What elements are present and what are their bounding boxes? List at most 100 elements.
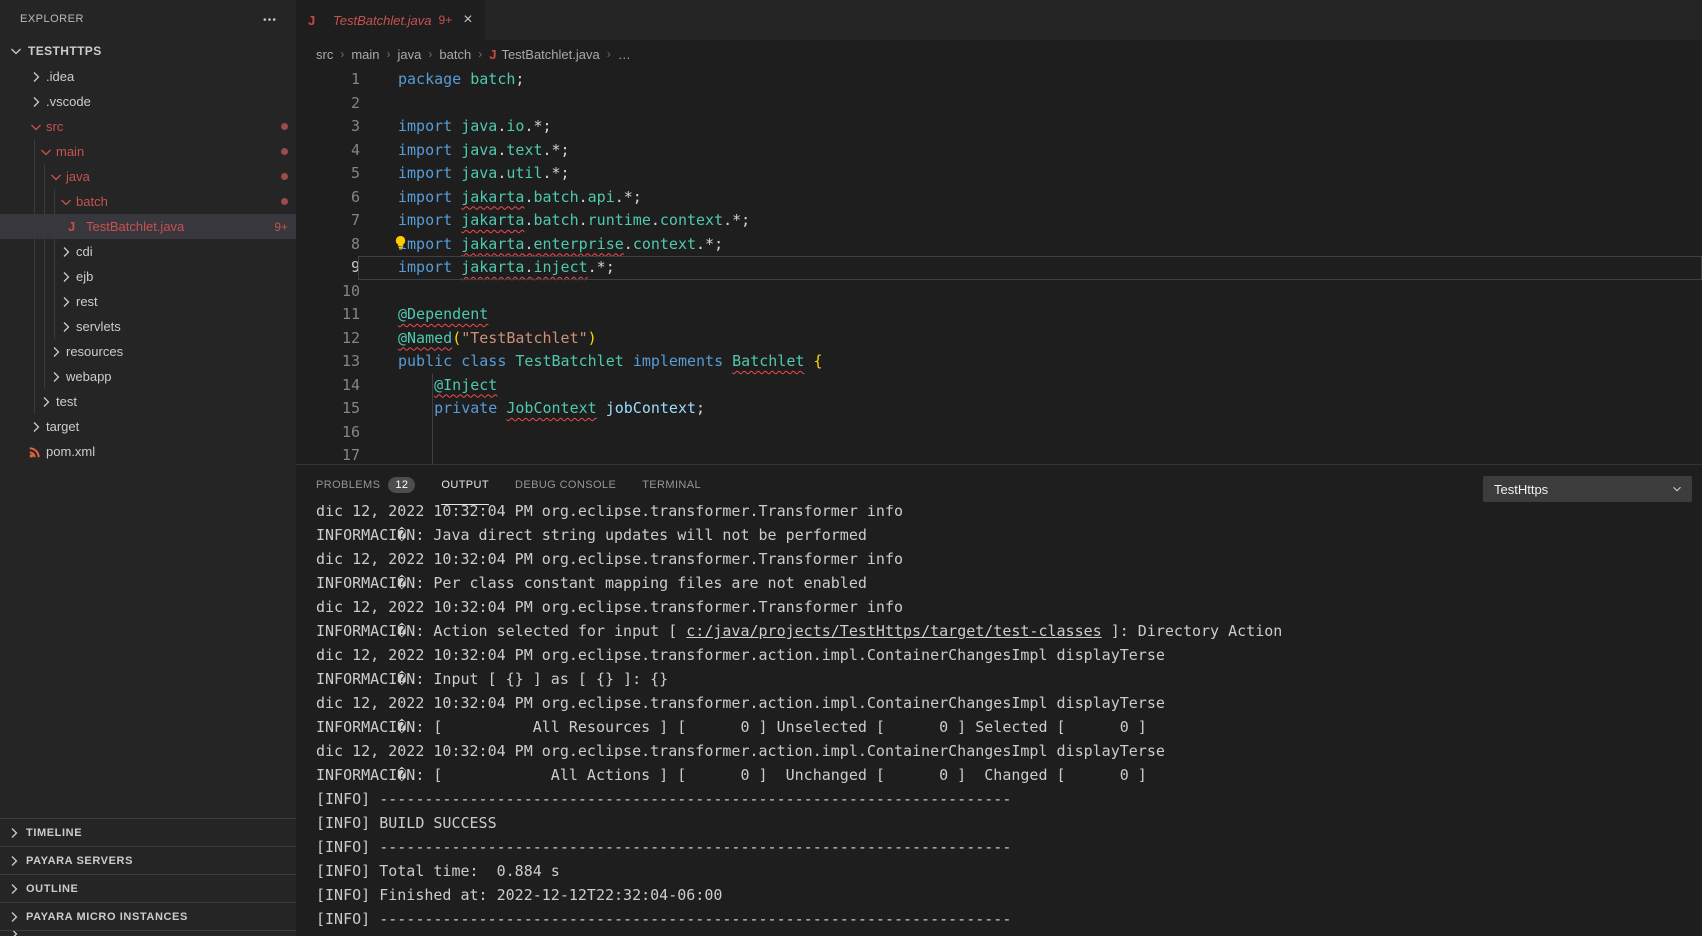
chevron-right-icon[interactable] [48, 344, 66, 360]
tree-item-label: batch [76, 194, 108, 209]
tab-testbatchlet-java[interactable]: J TestBatchlet.java 9+ × [296, 0, 485, 40]
code-line-4[interactable]: 4import java.text.*; [296, 139, 1702, 163]
output-channel-select[interactable]: TestHttps [1483, 476, 1692, 502]
code-line-11[interactable]: 11@Dependent [296, 303, 1702, 327]
chevron-right-icon[interactable] [28, 94, 46, 110]
chevron-right-icon [6, 909, 24, 925]
java-file-icon: J [308, 13, 326, 28]
breadcrumb-item-batch[interactable]: batch [439, 47, 471, 62]
line-number[interactable]: 1 [296, 68, 370, 92]
tree-item-vscode[interactable]: .vscode [0, 89, 296, 114]
tree-item-src[interactable]: src [0, 114, 296, 139]
line-number[interactable]: 8 [296, 233, 370, 257]
code-line-text: import jakarta.batch.runtime.context.*; [370, 209, 750, 233]
code-line-3[interactable]: 3import java.io.*; [296, 115, 1702, 139]
chevron-down-icon[interactable] [38, 144, 56, 160]
panel-tab-output[interactable]: OUTPUT [441, 465, 489, 505]
section-timeline[interactable]: TIMELINE [0, 818, 296, 846]
error-dot-badge [281, 123, 288, 130]
section-payara-micro-instances[interactable]: PAYARA MICRO INSTANCES [0, 902, 296, 930]
chevron-right-icon[interactable] [38, 394, 56, 410]
code-line-15[interactable]: 15 private JobContext jobContext; [296, 397, 1702, 421]
xml-file-icon [28, 444, 46, 460]
tree-item-label: src [46, 119, 63, 134]
chevron-right-icon[interactable] [58, 269, 76, 285]
breadcrumb-item-testbatchlet-java[interactable]: JTestBatchlet.java [489, 47, 600, 62]
output-line: [INFO] BUILD SUCCESS [316, 811, 1702, 835]
close-icon[interactable]: × [463, 12, 472, 28]
chevron-right-icon[interactable] [48, 369, 66, 385]
output-console[interactable]: dic 12, 2022 10:32:04 PM org.eclipse.tra… [296, 505, 1702, 936]
tree-item-pom-xml[interactable]: pom.xml [0, 439, 296, 464]
line-number[interactable]: 4 [296, 139, 370, 163]
chevron-down-icon[interactable] [58, 194, 76, 210]
code-line-5[interactable]: 5import java.util.*; [296, 162, 1702, 186]
panel-tab-label: OUTPUT [441, 479, 489, 491]
more-actions-icon[interactable] [260, 10, 278, 28]
explorer-sidebar: EXPLORER TESTHTTPS .idea.vscodesrcmainja… [0, 0, 296, 936]
chevron-right-icon [6, 881, 24, 897]
line-number[interactable]: 9 [296, 256, 370, 280]
chevron-right-icon [6, 930, 24, 936]
code-line-13[interactable]: 13public class TestBatchlet implements B… [296, 350, 1702, 374]
line-number[interactable]: 10 [296, 280, 370, 304]
line-number[interactable]: 2 [296, 92, 370, 116]
code-line-7[interactable]: 7import jakarta.batch.runtime.context.*; [296, 209, 1702, 233]
panel-tab-problems[interactable]: PROBLEMS12 [316, 465, 415, 505]
editor-group: J TestBatchlet.java 9+ × src›main›java›b… [296, 0, 1702, 936]
chevron-right-icon[interactable] [28, 69, 46, 85]
line-number[interactable]: 13 [296, 350, 370, 374]
line-number[interactable]: 6 [296, 186, 370, 210]
section-payara-servers[interactable]: PAYARA SERVERS [0, 846, 296, 874]
code-line-text: import java.util.*; [370, 162, 570, 186]
output-line: INFORMACI�N: Per class constant mapping … [316, 571, 1702, 595]
section-outline[interactable]: OUTLINE [0, 874, 296, 902]
code-line-1[interactable]: 1package batch; [296, 68, 1702, 92]
line-number[interactable]: 5 [296, 162, 370, 186]
project-root-row[interactable]: TESTHTTPS [0, 38, 296, 64]
tree-item-label: .vscode [46, 94, 91, 109]
breadcrumb-item-src[interactable]: src [316, 47, 333, 62]
section-partial[interactable] [0, 930, 296, 936]
code-line-8[interactable]: 8import jakarta.enterprise.context.*; [296, 233, 1702, 257]
line-number[interactable]: 14 [296, 374, 370, 398]
panel-tab-debug-console[interactable]: DEBUG CONSOLE [515, 465, 616, 505]
breadcrumb-item-[interactable]: … [618, 47, 631, 62]
line-number[interactable]: 15 [296, 397, 370, 421]
breadcrumb-label: TestBatchlet.java [501, 47, 599, 62]
line-number[interactable]: 12 [296, 327, 370, 351]
tree-item-target[interactable]: target [0, 414, 296, 439]
chevron-right-icon[interactable] [28, 419, 46, 435]
tree-item-label: cdi [76, 244, 93, 259]
code-line-17[interactable]: 17 [296, 444, 1702, 464]
tree-item-test[interactable]: test [0, 389, 296, 414]
code-line-6[interactable]: 6import jakarta.batch.api.*; [296, 186, 1702, 210]
code-editor[interactable]: 1package batch;23import java.io.*;4impor… [296, 68, 1702, 464]
tree-item-idea[interactable]: .idea [0, 64, 296, 89]
output-file-link[interactable]: c:/java/projects/TestHttps/target/test-c… [686, 622, 1101, 640]
chevron-right-icon [6, 825, 24, 841]
chevron-down-icon[interactable] [48, 169, 66, 185]
section-label: TIMELINE [26, 827, 82, 839]
line-number[interactable]: 17 [296, 444, 370, 464]
code-line-9[interactable]: 9import jakarta.inject.*; [296, 256, 1702, 280]
code-line-10[interactable]: 10 [296, 280, 1702, 304]
chevron-down-icon[interactable] [28, 119, 46, 135]
code-line-14[interactable]: 14 @Inject [296, 374, 1702, 398]
code-line-2[interactable]: 2 [296, 92, 1702, 116]
chevron-right-icon[interactable] [58, 294, 76, 310]
breadcrumb-item-java[interactable]: java [398, 47, 422, 62]
code-line-16[interactable]: 16 [296, 421, 1702, 445]
chevron-right-icon[interactable] [58, 319, 76, 335]
breadcrumb-item-main[interactable]: main [351, 47, 379, 62]
code-line-12[interactable]: 12@Named("TestBatchlet") [296, 327, 1702, 351]
chevron-right-icon[interactable] [58, 244, 76, 260]
line-number[interactable]: 3 [296, 115, 370, 139]
lightbulb-icon[interactable] [393, 235, 409, 251]
tree-item-main[interactable]: main [0, 139, 296, 164]
line-number[interactable]: 16 [296, 421, 370, 445]
tab-title: TestBatchlet.java [333, 13, 432, 28]
line-number[interactable]: 11 [296, 303, 370, 327]
panel-tab-terminal[interactable]: TERMINAL [642, 465, 701, 505]
line-number[interactable]: 7 [296, 209, 370, 233]
